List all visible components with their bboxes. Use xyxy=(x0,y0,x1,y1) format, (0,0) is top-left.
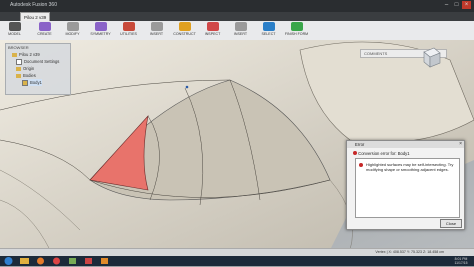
error-detail-box: Highlighted surfaces may be self-interse… xyxy=(355,158,460,218)
close-window-icon[interactable]: × xyxy=(462,1,471,9)
maximize-icon[interactable]: □ xyxy=(452,1,461,9)
ribbon-tool-utilities[interactable]: UTILITIES xyxy=(116,22,141,39)
tool-label: UTILITIES xyxy=(120,32,137,36)
folder-icon xyxy=(16,73,21,78)
document-tab-bar xyxy=(0,12,474,21)
dialog-close-icon[interactable]: × xyxy=(459,141,462,148)
error-dialog: Error × Conversion error for: Body1 High… xyxy=(346,140,465,230)
ribbon-tool-select[interactable]: SELECT xyxy=(256,22,281,39)
browser-app-icon[interactable] xyxy=(34,256,47,266)
vertex-readout: Vertex | X: 408.537 Y: 75.323 Z: 18.458 … xyxy=(375,250,444,254)
document-icon xyxy=(12,52,17,57)
chrome-icon[interactable] xyxy=(50,256,63,266)
workspace-label: MODEL xyxy=(8,32,21,36)
browser-item-body1[interactable]: Body1 xyxy=(22,79,42,86)
ribbon-tool-modify[interactable]: MODIFY xyxy=(60,22,85,39)
close-button[interactable]: Close xyxy=(440,219,462,228)
tool-icon xyxy=(178,22,191,31)
comments-label: COMMENTS xyxy=(364,51,388,56)
tool-icon xyxy=(38,22,51,31)
tool-icon xyxy=(290,22,303,31)
vertex-point[interactable] xyxy=(185,85,189,89)
tool-icon xyxy=(206,22,219,31)
tool-label: CREATE xyxy=(37,32,52,36)
tool-icon xyxy=(66,22,79,31)
error-summary: Conversion error for: Body1 xyxy=(353,151,410,156)
tool-label: SELECT xyxy=(261,32,276,36)
ribbon-tool-insert[interactable]: INSERT xyxy=(144,22,169,39)
explorer-icon[interactable] xyxy=(18,256,31,266)
workspace-icon xyxy=(8,22,21,31)
tab-label: Pilou 2 v39 xyxy=(24,15,47,20)
window-title: Autodesk Fusion 360 xyxy=(10,2,57,8)
body-icon xyxy=(22,79,28,86)
tool-icon xyxy=(234,22,247,31)
tool-label: CONSTRUCT xyxy=(173,32,196,36)
tool-icon xyxy=(122,22,135,31)
browser-item-label: Document Settings xyxy=(24,59,60,64)
tool-label: INSERT xyxy=(149,32,164,36)
error-icon xyxy=(353,151,357,155)
browser-item-root[interactable]: Pilou 2 v39 xyxy=(12,51,40,58)
browser-item-label: Origin xyxy=(23,66,35,71)
browser-item-label: Pilou 2 v39 xyxy=(19,52,40,57)
tool-label: SYMMETRY xyxy=(90,32,111,36)
error-summary-text: Conversion error for: Body1 xyxy=(358,151,410,156)
error-icon xyxy=(359,163,363,167)
ribbon-tool-symmetry[interactable]: SYMMETRY xyxy=(88,22,113,39)
ribbon-tool-insert[interactable]: INSERT xyxy=(228,22,253,39)
browser-item-label: Body1 xyxy=(30,80,42,85)
browser-item-settings[interactable]: Document Settings xyxy=(16,58,59,65)
error-detail-text: Highlighted surfaces may be self-interse… xyxy=(366,162,454,172)
dialog-title: Error xyxy=(347,141,464,148)
start-icon[interactable] xyxy=(2,256,15,266)
clock[interactable]: 8:01 PM 11/17/15 xyxy=(450,257,472,265)
browser-header: BROWSER xyxy=(8,45,29,50)
gear-icon xyxy=(16,58,22,65)
ribbon-tool-construct[interactable]: CONSTRUCT xyxy=(172,22,197,39)
fusion-icon[interactable] xyxy=(98,256,111,266)
workspace-switcher[interactable]: MODEL xyxy=(2,22,27,39)
folder-icon xyxy=(16,66,21,71)
clock-date: 11/17/15 xyxy=(454,261,468,265)
view-cube[interactable] xyxy=(418,44,444,70)
ribbon-tool-inspect[interactable]: INSPECT xyxy=(200,22,225,39)
tool-icon xyxy=(262,22,275,31)
ribbon-tool-finish-form[interactable]: FINISH FORM xyxy=(284,22,309,39)
browser-item-origin[interactable]: Origin xyxy=(16,65,34,72)
minimize-icon[interactable]: – xyxy=(442,1,451,9)
browser-item-bodies[interactable]: Bodies xyxy=(16,72,36,79)
app-icon[interactable] xyxy=(82,256,95,266)
tool-label: INSERT xyxy=(233,32,248,36)
tool-icon xyxy=(150,22,163,31)
title-bar: Autodesk Fusion 360 – □ × xyxy=(0,0,474,12)
tool-label: MODIFY xyxy=(65,32,80,36)
browser-panel: BROWSER Pilou 2 v39 Document Settings Or… xyxy=(5,43,71,95)
tool-label: INSPECT xyxy=(204,32,221,36)
tool-icon xyxy=(94,22,107,31)
browser-item-label: Bodies xyxy=(23,73,36,78)
ribbon-tool-create[interactable]: CREATE xyxy=(32,22,57,39)
app-icon[interactable] xyxy=(66,256,79,266)
tool-label: FINISH FORM xyxy=(284,32,309,36)
